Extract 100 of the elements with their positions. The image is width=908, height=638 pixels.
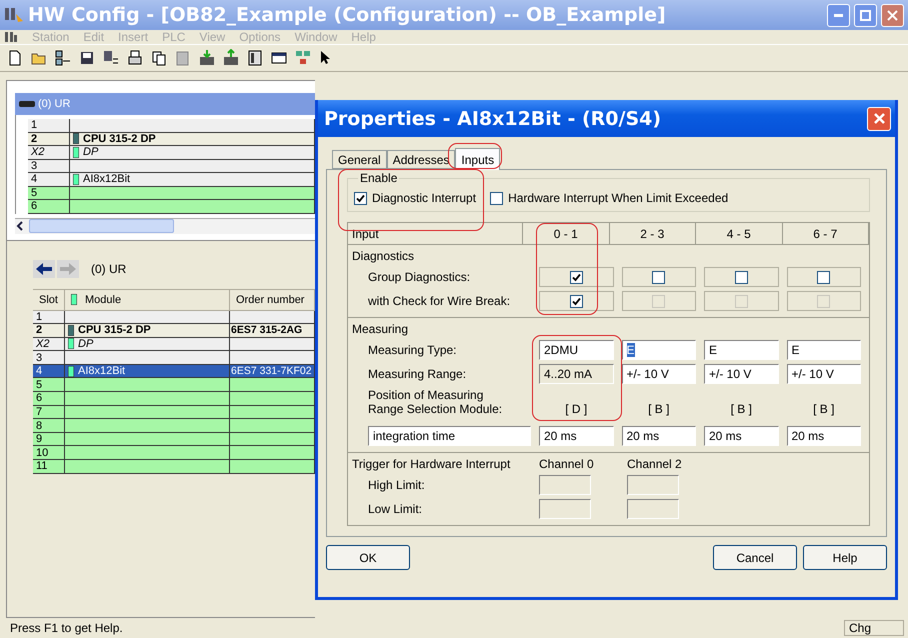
dialog-button[interactable]: Help [803,545,887,570]
channel-label: Channel 2 [627,457,683,471]
slot-cell: 7 [33,406,65,418]
slot-cell: 4 [28,173,70,186]
download-icon[interactable] [198,49,216,67]
close-icon [887,10,898,20]
column-header: Input [348,223,523,244]
save-icon[interactable] [78,49,96,67]
checkbox[interactable] [354,192,367,204]
measuring-range-field[interactable]: +/- 10 V [622,364,696,384]
slot-cell: 3 [33,351,65,364]
checkbox[interactable] [570,294,583,308]
measuring-type-field[interactable]: 2DMU [539,340,614,360]
position-value: [ B ] [730,402,753,416]
checkbox[interactable] [652,270,666,284]
status-mode: Chg [844,620,904,636]
rack-icon [19,100,35,108]
scroll-left-icon[interactable] [15,221,25,231]
network-icon[interactable] [54,49,72,67]
slot-cell: 1 [28,119,70,132]
slot-cell: 3 [28,160,70,172]
copy-icon[interactable] [150,49,168,67]
duration-field[interactable]: 20 ms [786,426,861,446]
measuring-range-field[interactable]: +/- 10 V [786,364,861,384]
channel-label: Channel 0 [539,457,595,471]
dialog-button[interactable]: Cancel [713,545,797,570]
column-header: 2 - 3 [610,223,696,244]
dialog-title: Properties - AI8x12Bit - (R0/S4) [324,108,662,130]
slot-cell: 2 [33,324,65,337]
module-icon [71,294,77,305]
slot-cell: 11 [33,460,65,473]
printer-icon[interactable] [126,49,144,67]
slot-cell: 1 [33,310,65,324]
close-button[interactable] [867,106,891,130]
maximize-icon [860,10,871,20]
slot-cell: 5 [33,378,65,392]
position-value: [ D ] [564,402,588,416]
slot-cell: X2 [33,338,65,350]
maximize-button[interactable] [854,4,877,26]
dialog-button[interactable]: OK [326,545,410,570]
measuring-type-field[interactable]: E [786,340,861,360]
slot-cell: 5 [28,186,70,199]
status-text: Press F1 to get Help. [10,621,123,635]
row-label: with Check for Wire Break: [367,294,512,308]
parameter-field[interactable]: integration time [368,426,531,446]
column-header: 6 - 7 [782,223,869,244]
slot-cell: 4 [33,364,65,378]
module-cell: DP [65,338,230,350]
slot-cell: 10 [33,446,65,460]
limit-field[interactable] [627,499,679,519]
measuring-type-field[interactable]: E [622,340,696,360]
measuring-range-field[interactable]: +/- 10 V [704,364,778,384]
module-cell: AI8x12Bit [65,364,230,378]
row-label: Group Diagnostics: [367,270,472,284]
checkbox[interactable] [490,192,504,204]
slot-cell: 2 [28,132,70,145]
slot-cell: X2 [28,146,70,158]
checkbox-label[interactable]: Diagnostic Interrupt [372,191,476,205]
app-icon [4,6,24,24]
limit-field[interactable] [539,499,591,519]
back-arrow-icon[interactable] [33,260,55,278]
slot-cell: 9 [33,432,65,446]
scroll-thumb[interactable] [29,219,174,233]
checkbox[interactable] [570,270,583,284]
upload-icon[interactable] [222,49,240,67]
horizontal-scrollbar[interactable] [15,218,315,234]
slot-cell: 8 [33,419,65,432]
limit-field[interactable] [539,475,591,495]
close-button[interactable] [881,4,904,26]
slot-cell: 6 [28,200,70,212]
section-title: Trigger for Hardware Interrupt [352,457,512,471]
measuring-type-field[interactable]: E [704,340,778,360]
row-label: Measuring Range: [367,367,468,381]
tab[interactable]: Inputs [455,148,500,170]
duration-field[interactable]: 20 ms [539,426,614,446]
window-title: HW Config - [OB82_Example (Configuration) -- OB_Example] [28,4,667,26]
minimize-button[interactable] [827,4,850,26]
column-header[interactable]: Module [65,288,230,310]
section-title: Measuring [352,322,410,336]
duration-field[interactable]: 20 ms [622,426,696,446]
checkbox[interactable] [817,270,830,284]
rack-icon[interactable] [246,49,264,67]
rack-name: (0) UR [38,98,70,110]
row-label: Position of Measuring Range Selection Module: [367,388,504,416]
row-label: Low Limit: [367,502,424,516]
module-cell: CPU 315-2 DP [65,324,230,337]
limit-field[interactable] [627,475,679,495]
row-label: High Limit: [367,478,426,492]
slot-cell: 6 [33,392,65,405]
column-header: 0 - 1 [523,223,610,244]
tab[interactable]: General [332,150,387,169]
rack-label: (0) UR [91,262,126,276]
checkbox[interactable] [734,270,748,284]
minimize-icon [834,14,843,16]
position-value: [ B ] [647,402,670,416]
row-label: Measuring Type: [367,343,458,357]
column-header: 4 - 5 [696,223,782,244]
checkbox-label[interactable]: Hardware Interrupt When Limit Exceeded [508,191,728,205]
duration-field[interactable]: 20 ms [704,426,778,446]
position-value: [ B ] [812,402,836,416]
